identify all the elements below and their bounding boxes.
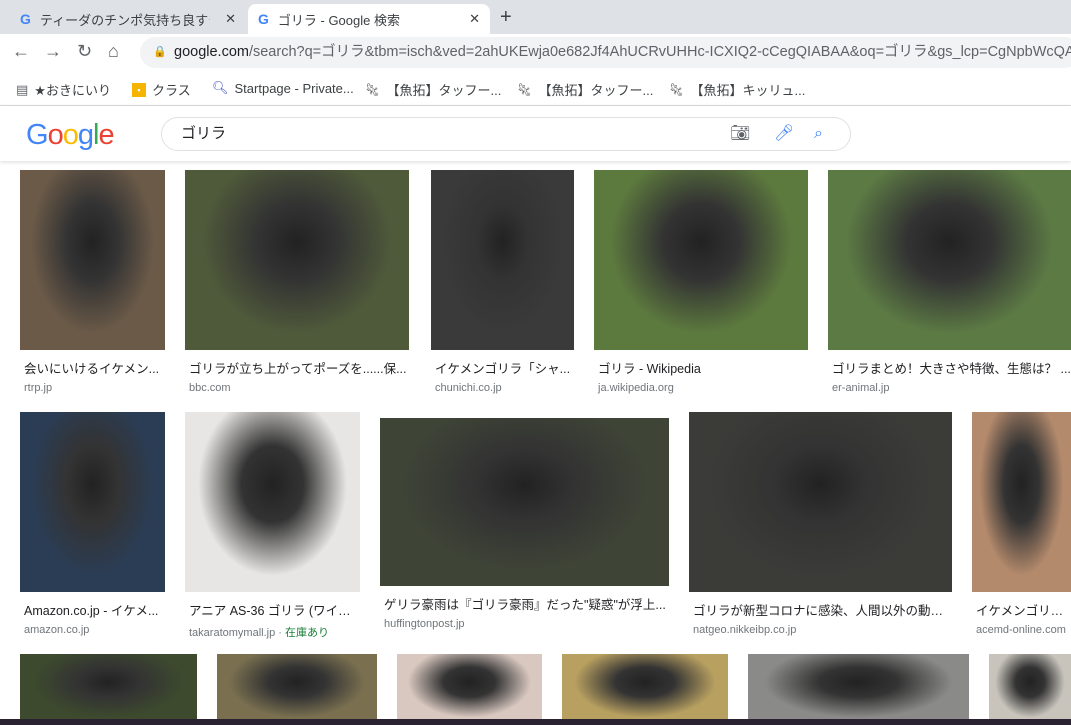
image-result[interactable]: ゴリラが立ち上がってポーズを......保... bbc.com [185, 170, 409, 394]
lock-icon: 🔒 [153, 46, 167, 58]
image-result[interactable] [20, 654, 197, 724]
source-domain: chunichi.co.jp [435, 382, 502, 394]
source-domain: takaratomymall.jp [189, 627, 276, 639]
gorilla-thumbnail[interactable] [828, 170, 1071, 350]
bookmark-class[interactable]: ▪ クラス [132, 80, 191, 99]
image-result[interactable] [562, 654, 728, 724]
reload-icon[interactable]: ↻ [77, 41, 92, 62]
search-input[interactable]: ゴリラ 📷︎ 🎤︎ ⌕ [161, 117, 851, 151]
microphone-icon[interactable]: 🎤︎ [774, 118, 794, 150]
bookmark-gyotaku[interactable]: 🦎︎ 【魚拓】タッフー... [364, 80, 501, 99]
source-domain: amazon.co.jp [24, 624, 90, 636]
bookmark-folder[interactable]: ▤ ★おきにいり [16, 80, 111, 99]
source-domain: bbc.com [189, 382, 231, 394]
camera-icon[interactable]: 📷︎ [730, 118, 750, 150]
in-stock-badge: 在庫あり [284, 627, 329, 639]
bookmarks-bar: ▤ ★おきにいり ▪ クラス 🔍︎ Startpage - Private... 🦎︎… [0, 70, 1071, 106]
archive-icon: 🦎︎ [516, 81, 533, 97]
gorilla-thumbnail[interactable] [380, 418, 669, 586]
source-domain: ja.wikipedia.org [598, 382, 674, 394]
result-title[interactable]: ゴリラ - Wikipedia [594, 358, 808, 377]
bookmark-gyotaku[interactable]: 🦎︎ 【魚拓】キッリュ... [668, 80, 805, 99]
result-title[interactable]: ゴリラまとめ！大きさや特徴、生態は？ ... [828, 358, 1071, 377]
gorilla-thumbnail[interactable] [185, 170, 409, 350]
folder-icon: ▤ [16, 81, 29, 97]
classroom-icon: ▪ [132, 82, 146, 97]
forward-icon[interactable]: → [44, 41, 62, 62]
result-source: huffingtonpost.jp [380, 618, 669, 630]
result-title[interactable]: Amazon.co.jp - イケメ... [20, 600, 165, 619]
gorilla-thumbnail[interactable] [562, 654, 728, 724]
toolbar: ← → ↻ ⌂ 🔒 google.com/search?q=ゴリラ&tbm=isc… [0, 34, 1071, 70]
source-domain: er-animal.jp [832, 382, 890, 394]
gorilla-thumbnail[interactable] [20, 654, 197, 724]
tab-inactive[interactable]: G ティーダのチンポ気持ち良すぎ ✕ [10, 4, 246, 34]
source-domain: rtrp.jp [24, 382, 53, 394]
bookmark-startpage[interactable]: 🔍︎ Startpage - Private... [212, 80, 354, 96]
image-result[interactable]: ゴリラまとめ！大きさや特徴、生態は？ ... er-animal.jp [828, 170, 1071, 394]
google-favicon-icon: G [258, 11, 269, 27]
gorilla-thumbnail[interactable] [689, 412, 952, 592]
bookmark-gyotaku[interactable]: 🦎︎ 【魚拓】タッフー... [516, 80, 653, 99]
image-result[interactable] [397, 654, 542, 724]
tab-bar: G ティーダのチンポ気持ち良すぎ ✕ G ゴリラ - Google 検索 ✕ + [0, 0, 1071, 34]
gorilla-thumbnail[interactable] [748, 654, 969, 724]
image-result[interactable]: ゴリラ - Wikipedia ja.wikipedia.org [594, 170, 808, 394]
tab-active[interactable]: G ゴリラ - Google 検索 ✕ [248, 4, 490, 34]
result-title[interactable]: 会いにいけるイケメン... [20, 358, 165, 377]
home-icon[interactable]: ⌂ [108, 41, 119, 62]
image-result[interactable] [217, 654, 377, 724]
result-source: bbc.com [185, 382, 409, 394]
gorilla-thumbnail[interactable] [20, 170, 165, 350]
search-header: Google ゴリラ 📷︎ 🎤︎ ⌕ [0, 106, 1071, 161]
image-result[interactable]: Amazon.co.jp - イケメ... amazon.co.jp [20, 412, 165, 636]
gorilla-thumbnail[interactable] [20, 412, 165, 592]
result-source: amazon.co.jp [20, 624, 165, 636]
image-result[interactable]: イケメンゴリラ「シャ... chunichi.co.jp [431, 170, 574, 394]
result-source: ja.wikipedia.org [594, 382, 808, 394]
close-tab-icon[interactable]: ✕ [469, 11, 480, 27]
result-source: takaratomymall.jp · 在庫あり [189, 627, 329, 639]
source-domain: natgeo.nikkeibp.co.jp [693, 624, 797, 636]
result-title[interactable]: ゴリラが立ち上がってポーズを......保... [185, 358, 409, 377]
address-bar[interactable]: 🔒 google.com/search?q=ゴリラ&tbm=isch&ved=2a… [140, 37, 1071, 68]
result-title[interactable]: イケメンゴリラ「シャ... [431, 358, 574, 377]
result-source: er-animal.jp [828, 382, 1071, 394]
taskbar-edge [0, 719, 1071, 725]
result-title[interactable]: ゲリラ豪雨は『ゴリラ豪雨』だった"疑惑"が浮上... [380, 594, 669, 613]
result-title[interactable]: ゴリラが新型コロナに感染、人間以外の動物... [689, 600, 952, 619]
archive-icon: 🦎︎ [668, 81, 685, 97]
image-result[interactable]: イケメンゴリラの... acemd-online.com [972, 412, 1071, 636]
gorilla-thumbnail[interactable] [217, 654, 377, 724]
google-logo[interactable]: Google [26, 119, 115, 152]
gorilla-thumbnail[interactable] [397, 654, 542, 724]
new-tab-button[interactable]: + [500, 6, 512, 29]
source-domain: huffingtonpost.jp [384, 618, 465, 630]
search-icon[interactable]: ⌕ [814, 118, 823, 150]
result-source: chunichi.co.jp [431, 382, 574, 394]
back-icon[interactable]: ← [12, 41, 30, 62]
image-result[interactable]: ゴリラが新型コロナに感染、人間以外の動物... natgeo.nikkeibp.c… [689, 412, 952, 636]
gorilla-thumbnail[interactable] [185, 412, 360, 592]
image-result[interactable]: 会いにいけるイケメン... rtrp.jp [20, 170, 165, 394]
startpage-icon: 🔍︎ [212, 80, 229, 95]
source-domain: acemd-online.com [976, 624, 1066, 636]
result-source: acemd-online.com [972, 624, 1071, 636]
gorilla-thumbnail[interactable] [594, 170, 808, 350]
archive-icon: 🦎︎ [364, 81, 381, 97]
gorilla-thumbnail[interactable] [972, 412, 1071, 592]
result-title[interactable]: アニア AS-36 ゴリラ (ワイル... [185, 600, 360, 619]
image-result[interactable] [989, 654, 1071, 724]
gorilla-thumbnail[interactable] [431, 170, 574, 350]
image-result[interactable]: アニア AS-36 ゴリラ (ワイル... takaratomymall.jp ·… [185, 412, 360, 640]
google-favicon-icon: G [20, 11, 31, 27]
image-result[interactable] [748, 654, 969, 724]
image-result[interactable]: ゲリラ豪雨は『ゴリラ豪雨』だった"疑惑"が浮上... huffingtonpost… [380, 418, 669, 630]
gorilla-thumbnail[interactable] [989, 654, 1071, 724]
result-source: natgeo.nikkeibp.co.jp [689, 624, 952, 636]
result-title[interactable]: イケメンゴリラの... [972, 600, 1071, 619]
close-tab-icon[interactable]: ✕ [225, 11, 236, 27]
result-source: rtrp.jp [20, 382, 165, 394]
